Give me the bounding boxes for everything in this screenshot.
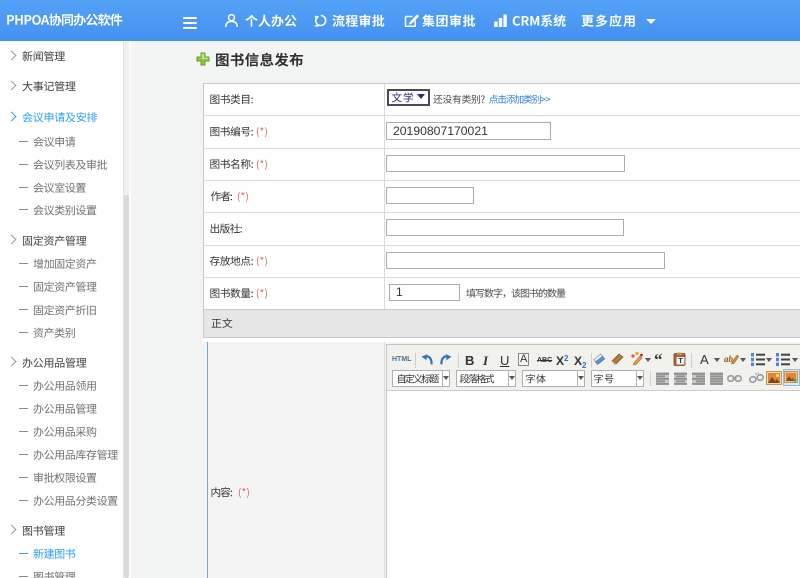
- svg-text:T: T: [678, 358, 683, 365]
